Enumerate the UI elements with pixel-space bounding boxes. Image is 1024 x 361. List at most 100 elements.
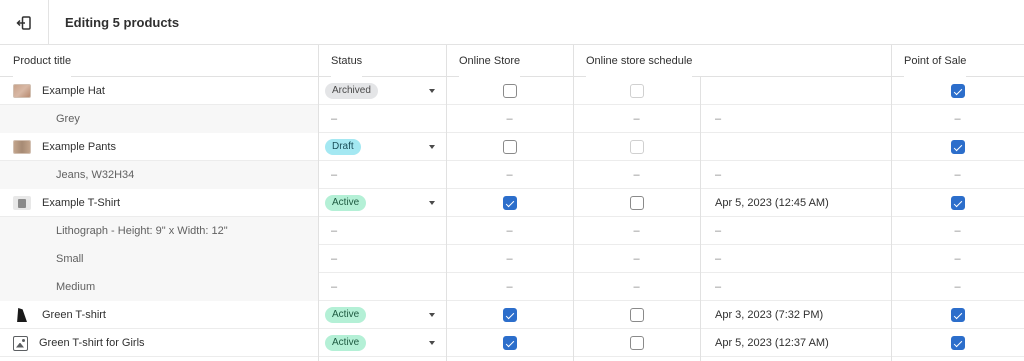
column-divider — [446, 45, 447, 361]
point-of-sale-checkbox[interactable] — [950, 308, 965, 322]
schedule-cell: – — [573, 273, 700, 301]
bulk-edit-grid: Product title Status Online Store Online… — [0, 45, 1024, 361]
schedule-checkbox[interactable] — [629, 140, 644, 154]
chevron-down-icon[interactable] — [429, 145, 435, 149]
table-row: Medium – – – – – — [0, 273, 1024, 301]
empty-dash: – — [715, 253, 722, 265]
variant-title: Small — [56, 253, 84, 265]
pos-cell — [891, 301, 1024, 329]
status-cell[interactable]: Active — [318, 301, 446, 329]
pos-cell: – — [891, 245, 1024, 273]
online-store-cell — [446, 133, 573, 161]
status-cell[interactable]: Archived — [318, 77, 446, 105]
empty-dash: – — [331, 113, 338, 125]
empty-dash: – — [506, 113, 513, 125]
empty-dash: – — [633, 113, 640, 125]
column-header-status[interactable]: Status — [331, 45, 363, 77]
status-cell: – — [318, 217, 446, 245]
status-badge: Active — [325, 307, 367, 323]
status-cell[interactable]: Active — [318, 329, 446, 357]
status-cell: – — [318, 105, 446, 133]
empty-dash: – — [715, 225, 722, 237]
product-title-cell[interactable]: Example Pants — [0, 133, 318, 161]
schedule-date-cell[interactable]: Apr 3, 2023 (7:32 PM) — [700, 301, 891, 329]
schedule-date-cell[interactable]: Apr 5, 2023 (12:37 AM) — [700, 329, 891, 357]
status-cell: – — [318, 161, 446, 189]
schedule-date-cell: – — [700, 217, 891, 245]
column-divider — [700, 77, 701, 361]
variant-title-cell: Jeans, W32H34 — [0, 161, 318, 189]
empty-dash: – — [506, 169, 513, 181]
online-store-checkbox[interactable] — [502, 140, 517, 154]
empty-dash: – — [331, 225, 338, 237]
schedule-checkbox[interactable] — [629, 196, 644, 210]
top-bar: Editing 5 products — [0, 0, 1024, 45]
online-store-checkbox[interactable] — [502, 308, 517, 322]
point-of-sale-checkbox[interactable] — [950, 336, 965, 350]
online-store-cell — [446, 329, 573, 357]
online-store-cell: – — [446, 245, 573, 273]
point-of-sale-checkbox[interactable] — [950, 84, 965, 98]
product-title-cell[interactable]: Green T-shirt — [0, 301, 318, 329]
online-store-cell: – — [446, 273, 573, 301]
pos-cell — [891, 77, 1024, 105]
table-row: Example Hat Archived — [0, 77, 1024, 105]
schedule-cell: – — [573, 245, 700, 273]
online-store-checkbox[interactable] — [502, 196, 517, 210]
product-title-cell[interactable]: Example T-Shirt — [0, 189, 318, 217]
column-header-product-title[interactable]: Product title — [13, 45, 72, 77]
status-cell[interactable]: Active — [318, 189, 446, 217]
chevron-down-icon[interactable] — [429, 313, 435, 317]
empty-dash: – — [331, 253, 338, 265]
empty-dash: – — [954, 225, 961, 237]
pos-cell — [891, 189, 1024, 217]
online-store-cell — [446, 77, 573, 105]
online-store-cell: – — [446, 217, 573, 245]
online-store-cell — [446, 301, 573, 329]
exit-button[interactable] — [0, 0, 49, 45]
schedule-date-cell[interactable]: Apr 5, 2023 (12:45 AM) — [700, 189, 891, 217]
schedule-date-cell: – — [700, 105, 891, 133]
point-of-sale-checkbox[interactable] — [950, 140, 965, 154]
variant-title: Jeans, W32H34 — [56, 169, 135, 181]
empty-dash: – — [633, 225, 640, 237]
empty-dash: – — [506, 281, 513, 293]
online-store-checkbox[interactable] — [502, 336, 517, 350]
column-header-online-store[interactable]: Online Store — [459, 45, 521, 77]
image-placeholder-icon — [13, 335, 28, 351]
chevron-down-icon[interactable] — [429, 201, 435, 205]
chevron-down-icon[interactable] — [429, 341, 435, 345]
schedule-date-cell: – — [700, 273, 891, 301]
schedule-date-cell[interactable] — [700, 133, 891, 161]
schedule-cell: – — [573, 105, 700, 133]
product-title: Green T-shirt for Girls — [39, 337, 145, 349]
schedule-checkbox[interactable] — [629, 84, 644, 98]
column-divider — [318, 45, 319, 361]
status-badge: Active — [325, 335, 367, 351]
column-header-point-of-sale[interactable]: Point of Sale — [904, 45, 967, 77]
status-cell: – — [318, 273, 446, 301]
point-of-sale-checkbox[interactable] — [950, 196, 965, 210]
pos-cell: – — [891, 105, 1024, 133]
variant-title-cell: Medium — [0, 273, 318, 301]
schedule-checkbox[interactable] — [629, 308, 644, 322]
product-title-cell[interactable]: Green T-shirt for Girls — [0, 329, 318, 357]
chevron-down-icon[interactable] — [429, 89, 435, 93]
table-row: Green T-shirt for Girls Active Apr 5, 20… — [0, 329, 1024, 357]
product-thumbnail — [13, 84, 31, 98]
product-title-cell[interactable]: Example Hat — [0, 77, 318, 105]
schedule-checkbox[interactable] — [629, 336, 644, 350]
empty-dash: – — [633, 253, 640, 265]
product-title: Example T-Shirt — [42, 197, 121, 209]
empty-dash: – — [331, 281, 338, 293]
schedule-cell: – — [573, 217, 700, 245]
schedule-date-cell[interactable] — [700, 77, 891, 105]
pos-cell: – — [891, 273, 1024, 301]
pos-cell: – — [891, 217, 1024, 245]
online-store-checkbox[interactable] — [502, 84, 517, 98]
column-header-online-store-schedule[interactable]: Online store schedule — [586, 45, 693, 77]
status-cell[interactable]: Draft — [318, 133, 446, 161]
online-store-cell — [446, 189, 573, 217]
variant-title-cell: Grey — [0, 105, 318, 133]
empty-dash: – — [954, 113, 961, 125]
